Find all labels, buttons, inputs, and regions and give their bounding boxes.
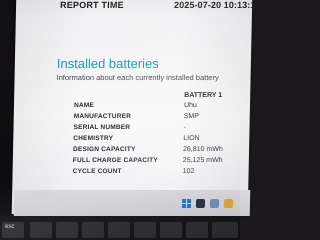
- row-value: 102: [182, 168, 195, 175]
- row-value: -: [183, 124, 186, 131]
- row-value: 26,810 mWh: [182, 146, 223, 153]
- battery-report-window: applocated REPORT TIME 2025-07-20 10:13:…: [11, 0, 261, 214]
- key-f6[interactable]: [160, 222, 182, 238]
- app-icon[interactable]: [209, 199, 220, 208]
- row-label: CYCLE COUNT: [72, 168, 122, 175]
- section-subtitle: Information about each currently install…: [56, 73, 219, 82]
- row-value: 25,125 mWh: [182, 157, 223, 164]
- row-label: MANUFACTURER: [73, 113, 132, 120]
- row-value: SMP: [183, 113, 200, 120]
- report-time-row: REPORT TIME 2025-07-20 10:13:14: [59, 0, 261, 22]
- row-label: FULL CHARGE CAPACITY: [72, 157, 158, 164]
- key-esc[interactable]: esc: [2, 222, 24, 238]
- windows-start-icon[interactable]: [181, 199, 192, 208]
- battery-column-header: BATTERY 1: [184, 92, 223, 99]
- key-f8[interactable]: [212, 222, 238, 238]
- key-f7[interactable]: [186, 222, 208, 238]
- row-label: DESIGN CAPACITY: [72, 146, 136, 153]
- taskbar: [13, 190, 251, 216]
- laptop-keyboard: esc: [0, 216, 240, 240]
- app-icon[interactable]: [195, 199, 206, 208]
- key-f3[interactable]: [82, 222, 104, 238]
- report-time-value: 2025-07-20 10:13:14: [173, 0, 261, 10]
- table-row: CYCLE COUNT 102: [58, 168, 268, 180]
- app-icon[interactable]: [223, 199, 234, 208]
- key-f1[interactable]: [30, 222, 52, 238]
- key-f4[interactable]: [108, 222, 130, 238]
- row-value: Uhu: [183, 102, 197, 109]
- row-label: CHEMISTRY: [73, 135, 114, 142]
- report-time-label: REPORT TIME: [59, 0, 124, 10]
- row-label: SERIAL NUMBER: [73, 124, 131, 131]
- key-f2[interactable]: [56, 222, 78, 238]
- row-label: NAME: [73, 102, 95, 109]
- row-value: LION: [183, 135, 200, 142]
- key-f5[interactable]: [134, 222, 156, 238]
- section-title: Installed batteries: [56, 56, 159, 71]
